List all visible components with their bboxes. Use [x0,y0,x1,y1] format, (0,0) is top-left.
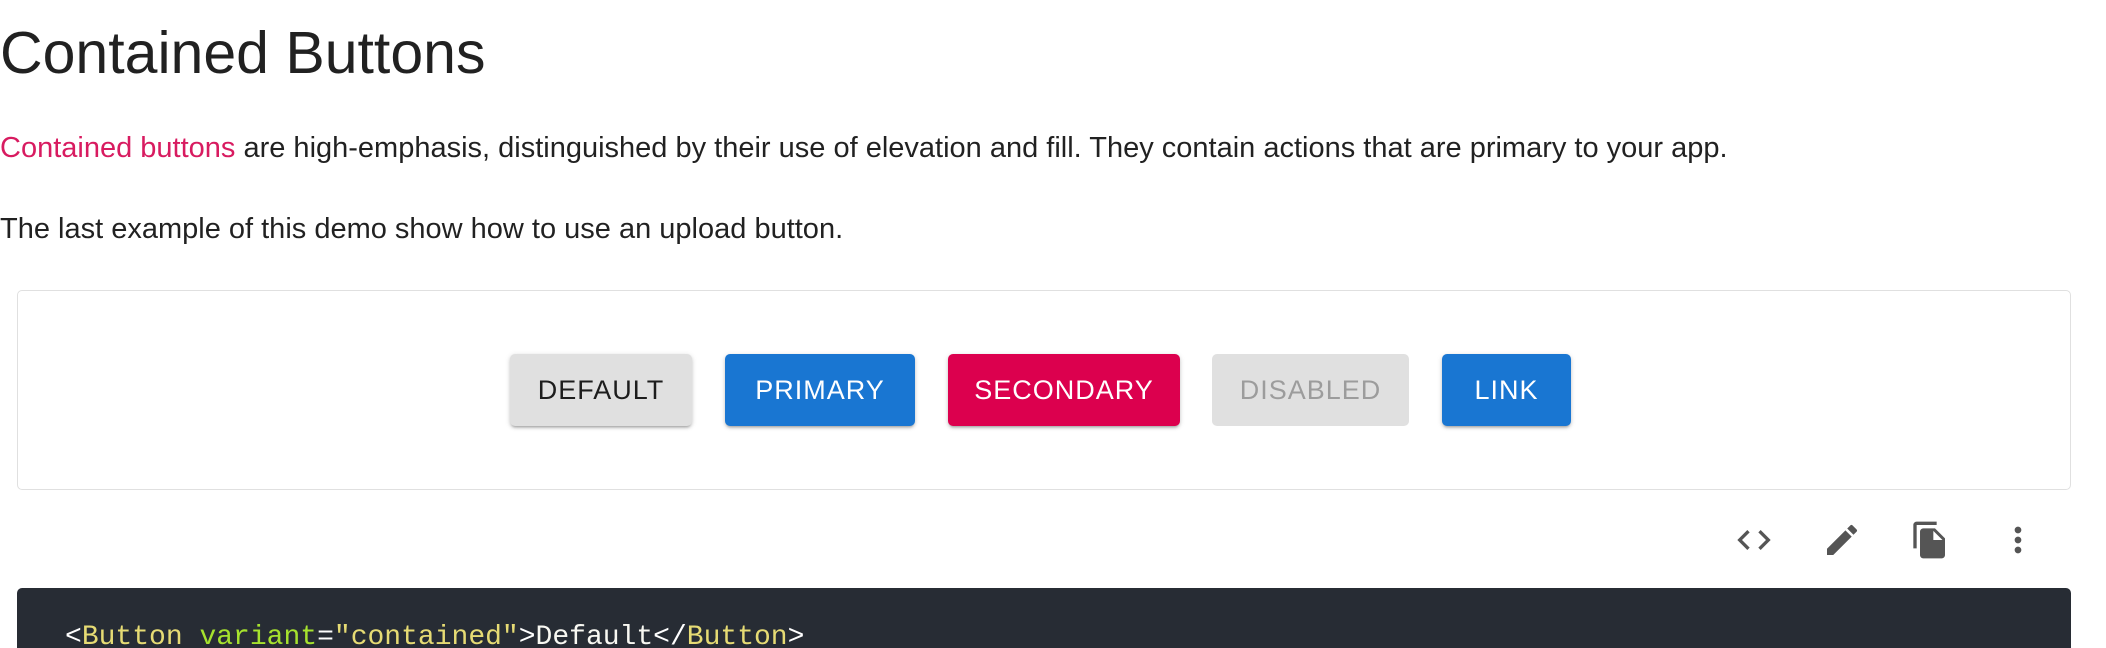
code-attr-name: variant [199,622,318,648]
secondary-button[interactable]: SECONDARY [948,354,1180,426]
page: Contained Buttons Contained buttons are … [0,0,2106,648]
more-vert-icon[interactable] [1994,516,2042,564]
link-button[interactable]: LINK [1442,354,1571,426]
code-line: <Button variant="contained">Default</But… [65,618,804,648]
disabled-button: DISABLED [1212,354,1409,426]
code-end-tag: Button [686,622,788,648]
code-icon[interactable] [1730,516,1778,564]
code-equals: = [317,622,334,648]
edit-icon[interactable] [1818,516,1866,564]
intro-paragraph: Contained buttons are high-emphasis, dis… [0,128,1728,168]
code-tag: Button [81,622,183,648]
intro-text: are high-emphasis, distinguished by thei… [235,132,1728,164]
code-block[interactable]: <Button variant="contained">Default</But… [17,588,2071,648]
copy-icon[interactable] [1906,516,1954,564]
code-open-bracket: < [65,622,82,648]
code-close-bracket: > [518,622,536,648]
upload-note: The last example of this demo show how t… [0,213,844,245]
default-button[interactable]: DEFAULT [510,354,692,426]
code-attr-value: "contained" [333,622,519,648]
primary-button[interactable]: PRIMARY [725,354,915,426]
page-title: Contained Buttons [0,20,486,86]
contained-buttons-link[interactable]: Contained buttons [0,132,235,164]
code-end-open: </ [653,622,687,648]
code-text: Default [535,622,654,648]
code-end-close: > [787,622,805,648]
